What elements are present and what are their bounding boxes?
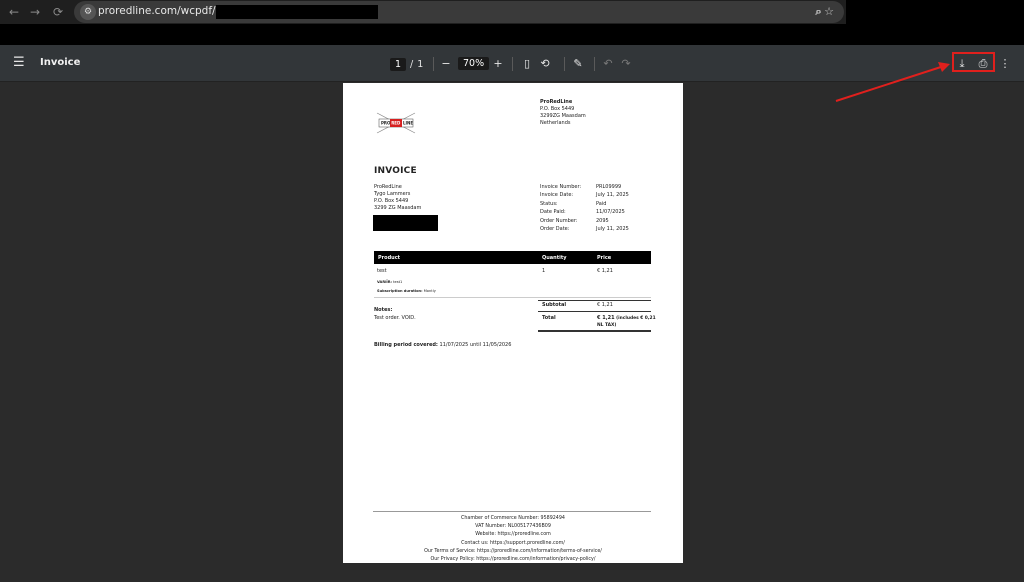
fit-page-icon[interactable]: ▯	[519, 56, 535, 72]
menu-icon[interactable]: ☰	[13, 56, 27, 70]
zoom-out-icon[interactable]: −	[438, 56, 454, 72]
footer-divider	[373, 511, 651, 512]
subtotal-label: Subtotal	[542, 302, 567, 308]
divider	[374, 297, 651, 298]
svg-text:LINE: LINE	[403, 121, 413, 126]
billing-period: Billing period covered: 11/07/2025 until…	[374, 342, 512, 348]
row-product: test	[377, 268, 387, 274]
invoice-page: PRO RED LINE ProRedLine P.O. Box 5449 32…	[343, 83, 683, 563]
company-address: ProRedLine P.O. Box 5449 3299ZG Maasdam …	[540, 99, 586, 126]
notes-label: Notes:	[374, 307, 393, 313]
site-info-icon[interactable]: ⚙	[80, 4, 96, 20]
bookmarks-bar	[0, 24, 1024, 45]
invoice-heading: INVOICE	[374, 166, 417, 176]
forward-icon[interactable]: →	[27, 4, 43, 20]
pdf-toolbar: ☰ Invoice 1 / 1 − 70% + ▯ ⟲ ✎ ↶ ↷ ⤓ ⎙ ⋮	[0, 45, 1024, 82]
toolbar-divider	[594, 57, 595, 71]
url-redaction	[216, 5, 378, 19]
invoice-footer: Chamber of Commerce Number: 95892494 VAT…	[424, 516, 602, 563]
redo-icon[interactable]: ↷	[618, 56, 634, 72]
total-label: Total	[542, 315, 556, 321]
back-icon[interactable]: ←	[6, 4, 22, 20]
rotate-icon[interactable]: ⟲	[537, 56, 553, 72]
svg-text:RED: RED	[391, 121, 401, 126]
star-icon[interactable]: ☆	[822, 5, 836, 19]
page-separator: /	[410, 58, 414, 70]
divider	[538, 300, 651, 301]
more-icon[interactable]: ⋮	[997, 56, 1013, 72]
browser-toolbar: ← → ⟳ ⚙ proredline.com/wcpdf/invoice/ ⌕ …	[0, 0, 1024, 24]
company-logo: PRO RED LINE	[376, 112, 416, 134]
window-controls-area	[846, 0, 1024, 24]
address-redaction	[373, 215, 438, 231]
table-header: Product Quantity Price	[374, 251, 651, 264]
svg-text:PRO: PRO	[381, 121, 391, 126]
row-variant: VARIÏR: test1	[377, 280, 403, 284]
row-quantity: 1	[542, 268, 546, 274]
subtotal-value: € 1,21	[597, 302, 613, 308]
row-price: € 1,21	[597, 268, 613, 274]
notes-text: Test order. VOID.	[374, 315, 416, 321]
divider	[538, 330, 651, 332]
total-pages: 1	[417, 58, 424, 70]
invoice-meta: Invoice Number: PRL09999 Invoice Date: Jul…	[540, 184, 629, 233]
column-quantity: Quantity	[542, 255, 567, 261]
total-value: € 1,21 (includes € 0,21 NL TAX)	[597, 315, 656, 328]
toolbar-divider	[433, 57, 434, 71]
document-title: Invoice	[40, 57, 81, 68]
download-print-highlight	[952, 52, 995, 72]
current-page-input[interactable]: 1	[390, 57, 407, 71]
toolbar-divider	[512, 57, 513, 71]
address-bar[interactable]: ⚙ proredline.com/wcpdf/invoice/ ⌕	[74, 1, 844, 23]
billing-address: ProRedLine Tygo Lammers P.O. Box 5449 32…	[374, 184, 422, 211]
undo-icon[interactable]: ↶	[600, 56, 616, 72]
divider	[538, 311, 651, 312]
row-duration: Subscription duration: Montly	[377, 289, 436, 293]
annotate-icon[interactable]: ✎	[570, 56, 586, 72]
zoom-input[interactable]: 70%	[458, 57, 490, 70]
toolbar-divider	[564, 57, 565, 71]
column-price: Price	[597, 255, 612, 261]
column-product: Product	[378, 255, 401, 261]
page-indicator: 1 / 1	[390, 57, 423, 71]
reload-icon[interactable]: ⟳	[50, 4, 66, 20]
zoom-in-icon[interactable]: +	[490, 56, 506, 72]
